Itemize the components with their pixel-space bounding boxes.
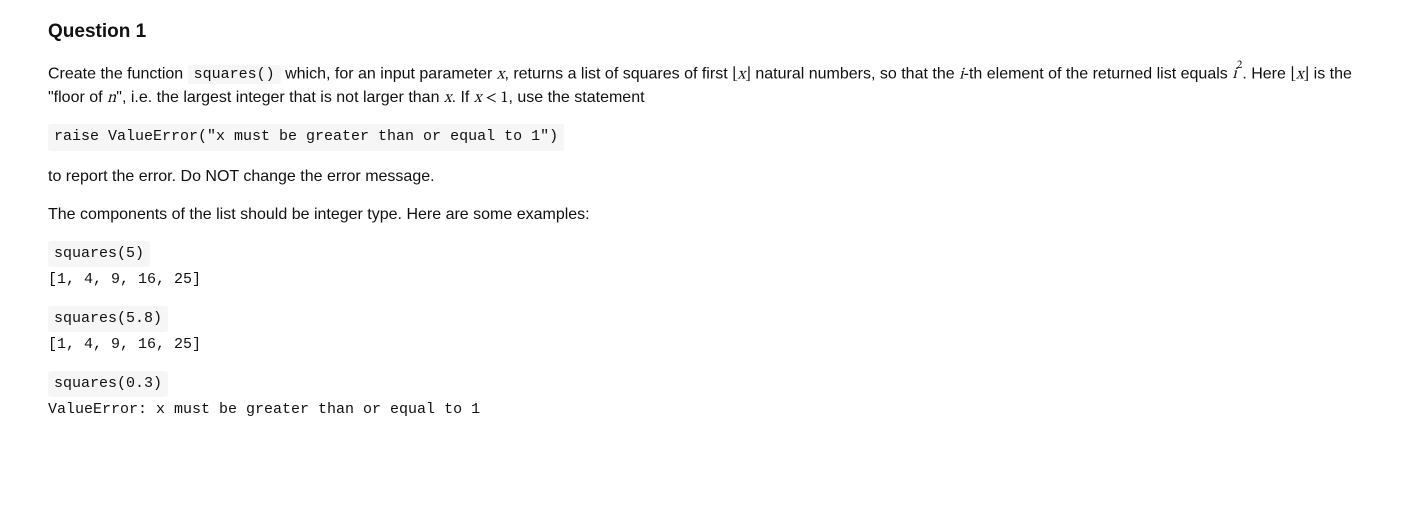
question-title: Question 1 xyxy=(48,18,1380,47)
example-block: squares(0.3) ValueError: x must be great… xyxy=(48,371,1380,422)
example-block: squares(5.8) [1, 4, 9, 16, 25] xyxy=(48,306,1380,357)
code-squares-fn: squares() xyxy=(188,65,281,84)
math-floor-x: x xyxy=(1290,66,1309,82)
text: natural numbers, so that the xyxy=(751,65,959,82)
math-exponent: 2 xyxy=(1237,59,1243,71)
text: ", i.e. the largest integer that is not … xyxy=(116,89,444,106)
code-raise-statement: raise ValueError("x must be greater than… xyxy=(48,124,564,151)
math-x: x xyxy=(738,66,746,82)
text: -th element of the returned list equals xyxy=(964,65,1233,82)
example-call: squares(0.3) xyxy=(48,371,168,398)
examples-intro: The components of the list should be int… xyxy=(48,203,1380,227)
text: , returns a list of squares of first xyxy=(504,65,732,82)
error-note: to report the error. Do NOT change the e… xyxy=(48,165,1380,189)
intro-paragraph: Create the function squares() which, for… xyxy=(48,61,1380,111)
example-result: [1, 4, 9, 16, 25] xyxy=(48,334,1380,357)
math-n: n xyxy=(107,90,116,106)
example-call: squares(5) xyxy=(48,241,150,268)
text: . If xyxy=(452,89,474,106)
text: , use the statement xyxy=(508,89,644,106)
math-floor-x: x xyxy=(732,66,751,82)
example-block: squares(5) [1, 4, 9, 16, 25] xyxy=(48,241,1380,292)
math-lt: < xyxy=(481,90,500,106)
math-x: x xyxy=(1296,66,1304,82)
example-call: squares(5.8) xyxy=(48,306,168,333)
example-result: ValueError: x must be greater than or eq… xyxy=(48,399,1380,422)
question-content: Question 1 Create the function squares()… xyxy=(0,0,1428,446)
text: which, for an input parameter xyxy=(281,65,497,82)
text: Create the function xyxy=(48,65,188,82)
example-result: [1, 4, 9, 16, 25] xyxy=(48,269,1380,292)
text: . Here xyxy=(1242,65,1290,82)
math-i-squared: i2 xyxy=(1232,66,1242,82)
math-x: x xyxy=(444,90,452,106)
